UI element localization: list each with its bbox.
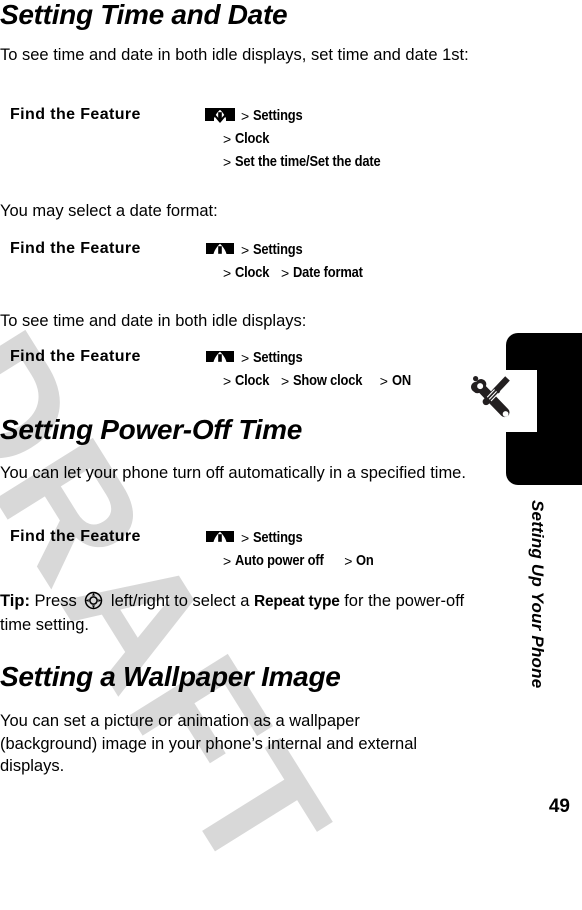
path-separator: > [344, 553, 353, 569]
wrench-screwdriver-icon [470, 372, 528, 430]
tip-text-before-icon: Press [29, 592, 82, 610]
menu-key-icon[interactable] [205, 242, 235, 257]
section-heading-power-off: Setting Power-Off Time [0, 414, 302, 445]
intro-paragraph-time-date: To see time and date in both idle displa… [0, 46, 469, 64]
menu-path-1: > Settings > Clock > Set the time/Set th… [205, 106, 495, 172]
menu-key-icon[interactable] [205, 108, 235, 124]
intro-paragraph-wallpaper: You can set a picture or animation as a … [0, 712, 418, 775]
menu-item-date-format[interactable]: Date format [293, 263, 363, 283]
path-separator: > [223, 131, 232, 147]
path-separator: > [223, 553, 232, 569]
menu-item-clock[interactable]: Clock [235, 263, 269, 283]
menu-item-on[interactable]: On [356, 551, 374, 571]
menu-key-icon[interactable] [205, 350, 235, 365]
section-heading-wallpaper: Setting a Wallpaper Image [0, 661, 341, 692]
intro-paragraph-idle-displays: To see time and date in both idle displa… [0, 312, 307, 330]
menu-item-settings[interactable]: Settings [253, 240, 303, 260]
path-separator: > [379, 373, 388, 389]
menu-path-line: > Auto power off > On [205, 551, 495, 571]
menu-path-4: > Settings > Auto power off > On [205, 528, 495, 571]
menu-path-line: > Settings [205, 528, 495, 548]
intro-paragraph-date-format: You may select a date format: [0, 202, 218, 220]
menu-item-on[interactable]: ON [392, 371, 411, 391]
path-separator: > [223, 154, 232, 170]
menu-item-settings[interactable]: Settings [253, 106, 303, 126]
path-separator: > [241, 242, 250, 258]
menu-item-show-clock[interactable]: Show clock [293, 371, 362, 391]
chapter-label: Setting Up Your Phone [528, 500, 547, 689]
path-separator: > [241, 530, 250, 546]
menu-item-settings[interactable]: Settings [253, 348, 303, 368]
page-title: Setting Time and Date [0, 0, 288, 30]
menu-item-set-the-time-set-the-date[interactable]: Set the time/Set the date [235, 152, 381, 172]
menu-item-settings[interactable]: Settings [253, 528, 303, 548]
menu-path-line: > Clock > Show clock > ON [205, 371, 495, 391]
path-separator: > [281, 373, 290, 389]
menu-key-icon[interactable] [205, 530, 235, 545]
find-the-feature-label: Find the Feature [10, 528, 141, 545]
path-separator: > [223, 373, 232, 389]
menu-path-line: > Settings [205, 106, 495, 126]
menu-path-line: > Settings [205, 240, 495, 260]
tip-text-after-icon: left/right to select a [106, 592, 254, 610]
path-separator: > [281, 265, 290, 281]
menu-path-line: > Clock > Date format [205, 263, 495, 283]
find-the-feature-label: Find the Feature [10, 348, 141, 365]
path-separator: > [241, 108, 250, 124]
manual-page: DRAFT Setting Time and Date To see time … [0, 0, 582, 909]
navigation-key-icon[interactable] [84, 591, 103, 610]
path-separator: > [223, 265, 232, 281]
menu-item-clock[interactable]: Clock [235, 371, 269, 391]
menu-path-line: > Set the time/Set the date [205, 152, 495, 172]
tip-prefix: Tip: [0, 592, 30, 610]
menu-path-line: > Settings [205, 348, 495, 368]
tip-bold-term: Repeat type [253, 593, 340, 610]
intro-paragraph-power-off: You can let your phone turn off automati… [0, 464, 466, 482]
page-number: 49 [548, 796, 570, 817]
menu-path-3: > Settings > Clock > Show clock > ON [205, 348, 495, 391]
find-the-feature-label: Find the Feature [10, 240, 141, 257]
path-separator: > [241, 350, 250, 366]
tip-paragraph: Tip: Press left/right to select a Repeat… [0, 590, 490, 636]
menu-path-2: > Settings > Clock > Date format [205, 240, 495, 283]
menu-item-clock[interactable]: Clock [235, 129, 269, 149]
find-the-feature-label: Find the Feature [10, 106, 141, 123]
menu-item-auto-power-off[interactable]: Auto power off [235, 551, 324, 571]
menu-path-line: > Clock [205, 129, 495, 149]
